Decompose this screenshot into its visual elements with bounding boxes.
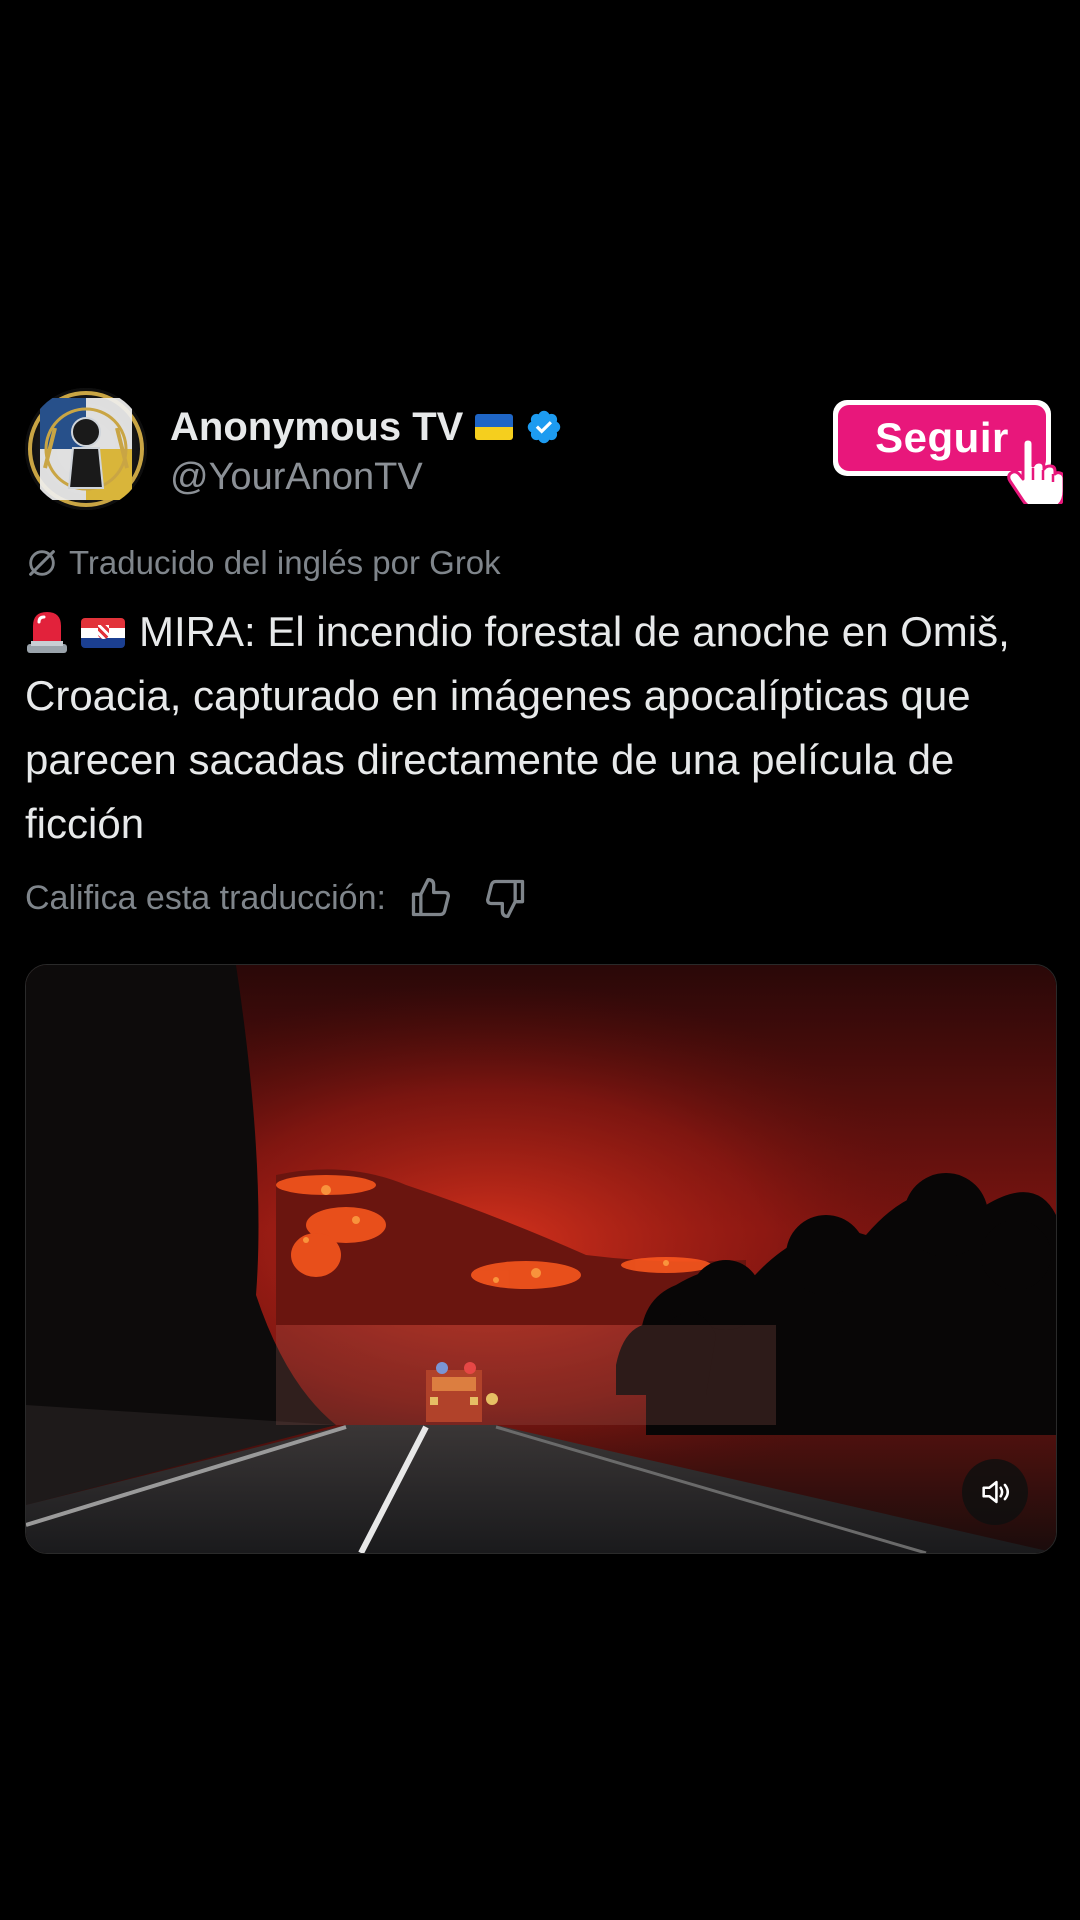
rate-translation-label: Califica esta traducción:	[25, 878, 386, 917]
anonymous-emblem-icon	[25, 388, 147, 510]
police-siren-emoji	[27, 612, 67, 653]
rate-translation: Califica esta traducción:	[25, 876, 528, 920]
croatia-flag-emoji	[81, 618, 125, 648]
post-text: MIRA: El incendio forestal de anoche en …	[25, 608, 1010, 847]
thumbs-up-icon[interactable]	[408, 876, 452, 920]
speaker-icon	[982, 1480, 1010, 1504]
author-name-row: Anonymous TV	[170, 402, 563, 452]
translation-note: Traducido del inglés por Grok	[25, 544, 501, 582]
translation-note-text: Traducido del inglés por Grok	[69, 544, 501, 581]
post-card: Anonymous TV @YourAnonTV Seguir Traducid…	[25, 388, 1063, 1554]
post-body: MIRA: El incendio forestal de anoche en …	[25, 600, 1055, 856]
video-player[interactable]	[25, 964, 1057, 1554]
thumbs-down-icon[interactable]	[484, 876, 528, 920]
mute-button[interactable]	[962, 1459, 1028, 1525]
author-handle[interactable]: @YourAnonTV	[170, 456, 563, 499]
author-display-name[interactable]: Anonymous TV	[170, 405, 463, 450]
avatar[interactable]	[25, 388, 147, 510]
ukraine-flag-icon	[475, 414, 514, 440]
post-header: Anonymous TV @YourAnonTV Seguir	[25, 388, 1063, 512]
wildfire-video-thumbnail	[26, 965, 1056, 1553]
pointer-hand-icon	[1007, 438, 1063, 504]
verified-check-icon	[528, 410, 561, 444]
grok-icon	[29, 550, 55, 576]
author-info: Anonymous TV @YourAnonTV	[170, 402, 563, 499]
